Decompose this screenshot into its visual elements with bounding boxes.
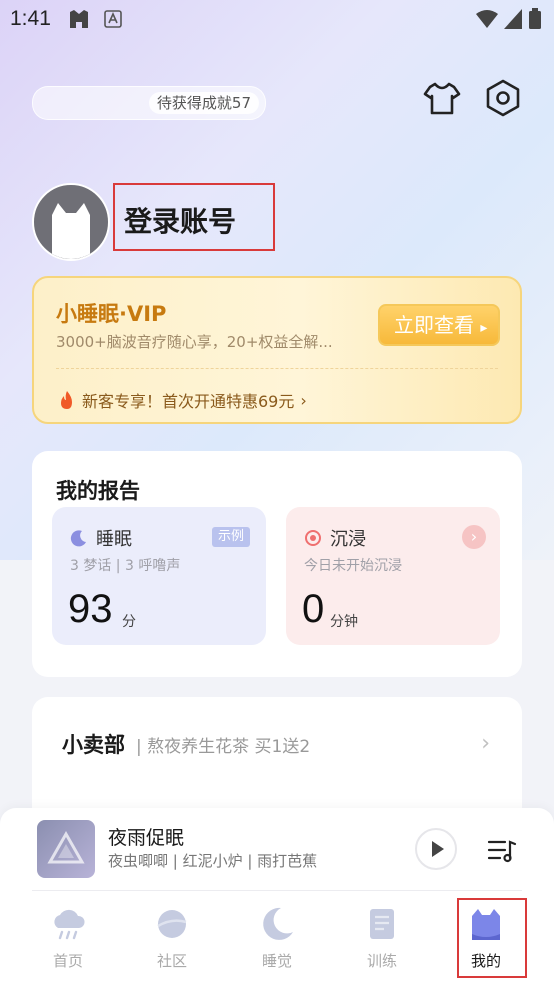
sleep-score: 93 (68, 587, 113, 631)
tab-home[interactable]: 首页 (28, 900, 108, 976)
vip-title: 小睡眠·VIP (56, 302, 167, 326)
vip-offer[interactable]: 新客专享！首次开通特惠69元 › (58, 388, 307, 412)
moon-icon (70, 530, 86, 547)
playlist-icon[interactable] (486, 834, 518, 866)
signal-icon (504, 9, 522, 29)
player-title[interactable]: 夜雨促眠 (108, 823, 184, 850)
cat-avatar-icon (52, 203, 90, 259)
vip-offer-text: 新客专享！首次开通特惠69元 (82, 392, 295, 411)
sleep-score-unit: 分 (122, 614, 136, 630)
wifi-icon (476, 10, 498, 28)
tshirt-icon[interactable] (422, 78, 462, 118)
play-button[interactable] (415, 828, 457, 870)
triangle-logo-icon (47, 830, 85, 864)
active-tab-highlight-box (457, 898, 527, 978)
immerse-report-card[interactable]: 沉浸 › 今日未开始沉浸 0 分钟 (286, 507, 500, 645)
notebook-icon (370, 909, 394, 939)
report-card: 我的报告 睡眠 示例 3 梦话 | 3 呼噜声 93 分 沉浸 › 今日未开始沉… (32, 451, 522, 677)
target-icon (305, 530, 321, 546)
status-icons (476, 8, 542, 30)
moon-icon (263, 907, 293, 940)
immerse-minutes: 0 (302, 587, 325, 631)
planet-icon (157, 910, 187, 938)
cloud-rain-icon (54, 909, 85, 940)
report-title: 我的报告 (56, 479, 140, 503)
avatar[interactable] (32, 183, 110, 261)
settings-icon[interactable] (483, 78, 523, 118)
login-link[interactable]: 登录账号 (124, 200, 236, 240)
tab-sleep[interactable]: 睡觉 (237, 900, 317, 976)
tab-label-community: 社区 (156, 952, 187, 970)
play-icon (432, 841, 444, 857)
player-subtitle: 夜虫唧唧 | 红泥小炉 | 雨打芭蕉 (108, 852, 318, 870)
immerse-label: 沉浸 (330, 529, 366, 550)
tab-label-sleep: 睡觉 (261, 952, 292, 970)
panel-divider (32, 890, 522, 891)
chevron-right-icon: › (300, 390, 307, 410)
sleep-label: 睡眠 (96, 529, 132, 550)
vip-subtitle: 3000+脑波音疗随心享，20+权益全解... (56, 333, 333, 351)
achievement-label: 待获得成就57 (148, 92, 259, 114)
sleep-meta: 3 梦话 | 3 呼噜声 (70, 558, 181, 574)
tab-label-training: 训练 (366, 952, 397, 970)
player-cover[interactable] (37, 820, 95, 878)
status-time: 1:41 (10, 7, 51, 30)
tab-community[interactable]: 社区 (132, 900, 212, 976)
vip-card[interactable]: 小睡眠·VIP 3000+脑波音疗随心享，20+权益全解... 立即查看 ▸ 新… (32, 276, 522, 424)
shop-subtitle-text: 熬夜养生花茶 买1送2 (147, 737, 311, 757)
chevron-right-icon: › (481, 731, 490, 756)
immerse-report-header: 沉浸 (304, 525, 366, 551)
battery-icon (529, 8, 541, 29)
shop-subtitle: | 熬夜养生花茶 买1送2 (136, 737, 311, 757)
vip-view-button[interactable]: 立即查看 ▸ (378, 304, 500, 346)
example-badge: 示例 (211, 527, 250, 547)
tab-training[interactable]: 训练 (342, 900, 422, 976)
immerse-meta: 今日未开始沉浸 (304, 558, 402, 574)
keyboard-notification-icon (104, 10, 122, 28)
sleep-report-card[interactable]: 睡眠 示例 3 梦话 | 3 呼噜声 93 分 (52, 507, 266, 645)
chevron-right-icon[interactable]: › (462, 525, 486, 549)
flame-icon (61, 391, 72, 409)
achievement-pill[interactable]: 待获得成就57 (32, 86, 266, 120)
status-bar: 1:41 (0, 0, 554, 40)
vip-view-button-label: 立即查看 (394, 313, 474, 337)
sleep-report-header: 睡眠 (70, 525, 132, 551)
vip-divider (56, 368, 498, 369)
tab-label-home: 首页 (52, 952, 83, 970)
shop-title: 小卖部 (62, 733, 125, 757)
chevron-right-icon: ▸ (480, 320, 488, 336)
app-notification-icon (70, 10, 88, 28)
immerse-minutes-unit: 分钟 (330, 614, 358, 630)
